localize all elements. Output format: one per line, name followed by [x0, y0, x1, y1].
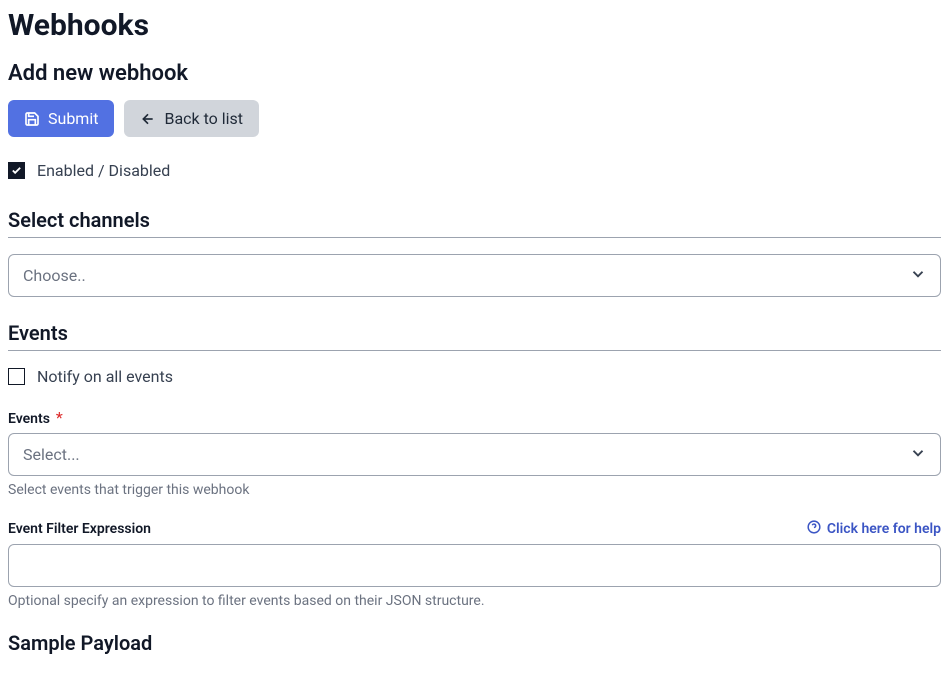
filter-label: Event Filter Expression [8, 521, 151, 537]
submit-button[interactable]: Submit [8, 100, 114, 137]
save-icon [24, 111, 40, 127]
question-icon [807, 520, 821, 538]
filter-input[interactable] [8, 544, 941, 587]
events-heading: Events [8, 321, 941, 351]
events-field-label: Events [8, 411, 50, 427]
enabled-label: Enabled / Disabled [37, 161, 170, 180]
enabled-checkbox[interactable] [8, 162, 25, 179]
arrow-left-icon [140, 111, 156, 127]
events-select[interactable]: Select... [8, 433, 941, 476]
filter-help-link-text: Click here for help [827, 521, 941, 537]
notify-all-label: Notify on all events [37, 367, 173, 386]
page-title: Webhooks [8, 8, 941, 43]
form-heading: Add new webhook [8, 61, 941, 86]
filter-help-text: Optional specify an expression to filter… [8, 593, 941, 609]
events-help-text: Select events that trigger this webhook [8, 482, 941, 498]
filter-help-link[interactable]: Click here for help [807, 520, 941, 538]
filter-field: Event Filter Expression Click here for h… [8, 520, 941, 609]
channels-select-wrapper: Choose.. [8, 254, 941, 297]
channels-select[interactable]: Choose.. [8, 254, 941, 297]
back-button[interactable]: Back to list [124, 100, 259, 137]
required-indicator: * [56, 408, 63, 427]
channels-heading: Select channels [8, 208, 941, 238]
events-field: Events * Select... Select events that tr… [8, 408, 941, 498]
notify-all-row: Notify on all events [8, 367, 941, 386]
enabled-row: Enabled / Disabled [8, 161, 941, 180]
submit-button-label: Submit [48, 109, 98, 128]
notify-all-checkbox[interactable] [8, 368, 25, 385]
back-button-label: Back to list [164, 109, 243, 128]
button-row: Submit Back to list [8, 100, 941, 137]
sample-payload-heading: Sample Payload [8, 631, 941, 660]
